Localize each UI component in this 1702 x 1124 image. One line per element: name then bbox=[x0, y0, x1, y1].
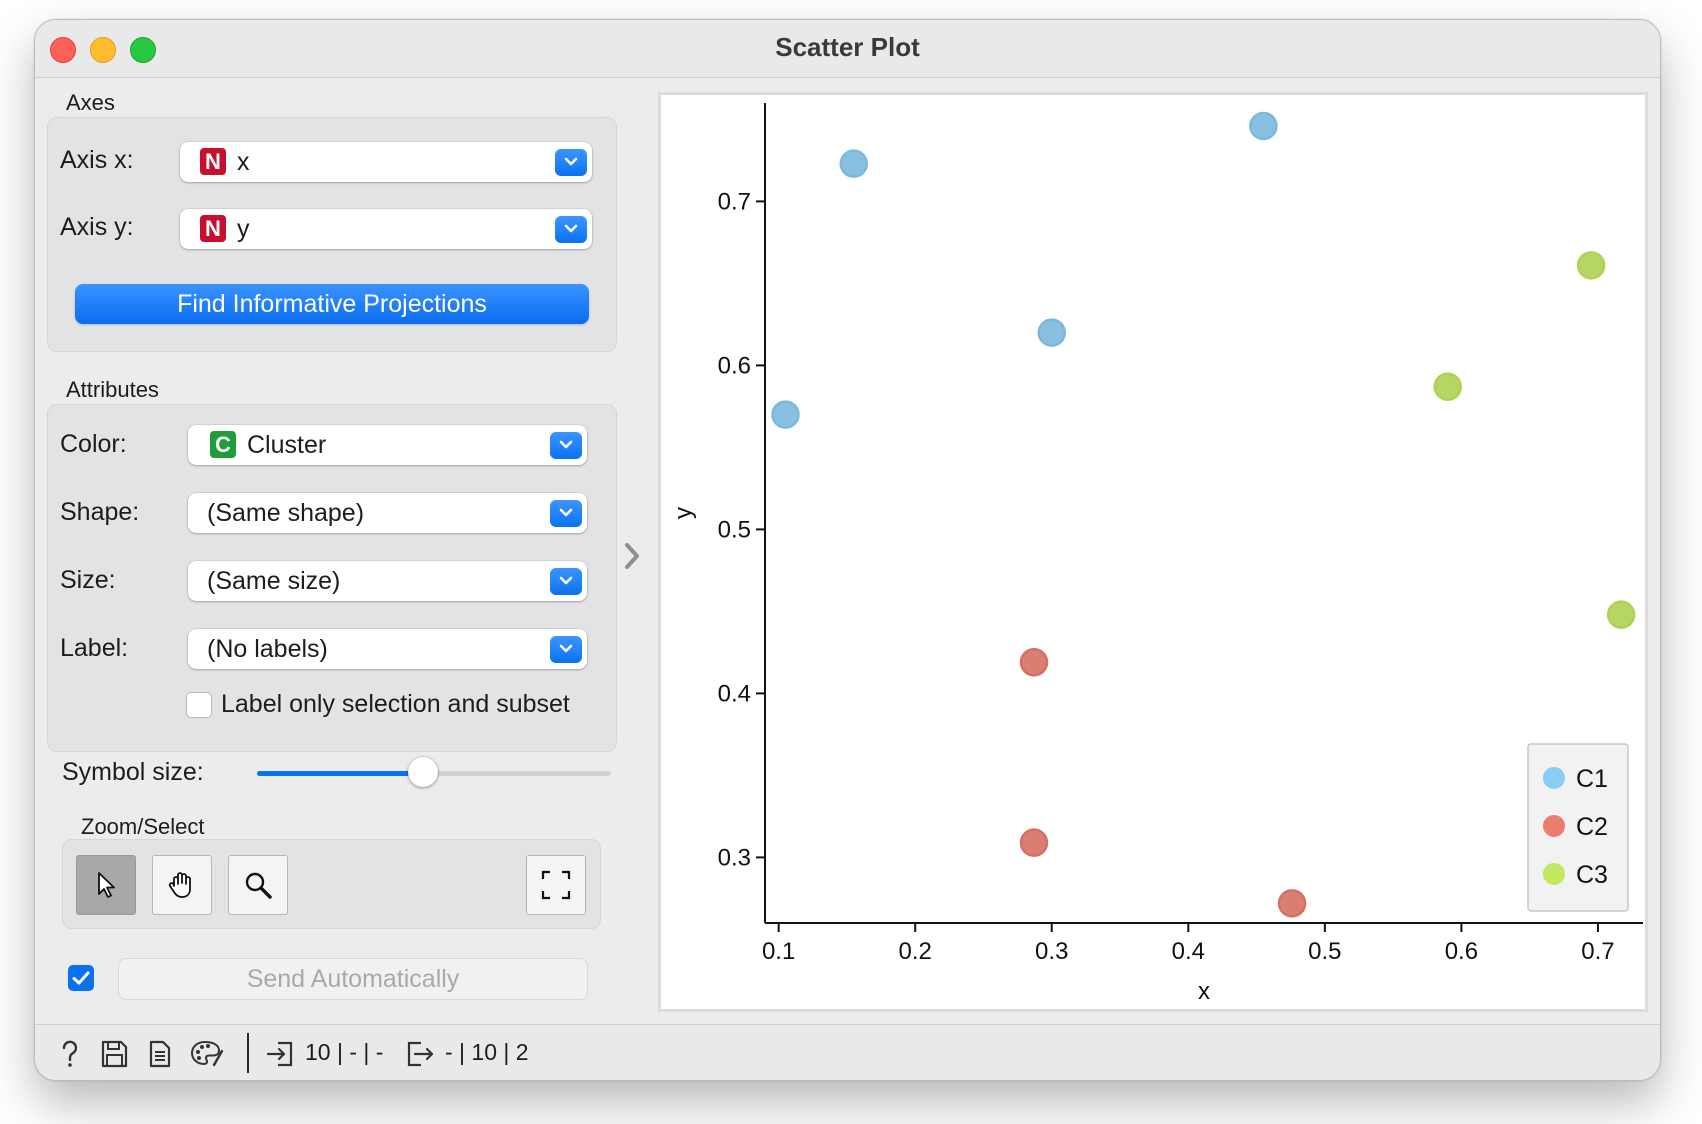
select-pointer-icon bbox=[98, 872, 115, 898]
y-tick-label: 0.5 bbox=[718, 516, 751, 543]
pan-tool-button[interactable] bbox=[152, 855, 212, 915]
data-point-c3 bbox=[1606, 600, 1636, 629]
find-informative-projections-button[interactable]: Find Informative Projections bbox=[75, 284, 589, 324]
y-axis-title: y bbox=[670, 507, 697, 519]
size-value: (Same size) bbox=[207, 567, 341, 595]
x-tick-label: 0.6 bbox=[1445, 938, 1478, 965]
axis-y-label: Axis y: bbox=[60, 213, 134, 241]
legend-marker-c1 bbox=[1543, 767, 1565, 789]
zoom-tool-button[interactable] bbox=[228, 855, 288, 915]
chevron-down-icon bbox=[555, 216, 587, 243]
plot-area[interactable]: 0.1 0.2 0.3 0.4 0.5 0.6 0.7 0.3 0.4 0.5 0.6 0.7 x y C1… bbox=[658, 92, 1648, 1012]
y-tick-label: 0.7 bbox=[718, 188, 751, 215]
data-point-c3 bbox=[1576, 251, 1606, 280]
zoom-select-section-label: Zoom/Select bbox=[81, 814, 205, 839]
zoom-magnifier-icon bbox=[245, 872, 272, 899]
chevron-down-icon bbox=[550, 500, 582, 527]
output-icon bbox=[407, 1041, 434, 1067]
chevron-down-icon bbox=[555, 149, 587, 176]
data-point-c2 bbox=[1277, 889, 1307, 918]
reset-zoom-button[interactable] bbox=[526, 855, 586, 915]
chevron-down-icon bbox=[550, 636, 582, 663]
y-tick-label: 0.3 bbox=[718, 844, 751, 871]
status-separator bbox=[247, 1033, 249, 1073]
x-tick-label: 0.5 bbox=[1308, 938, 1341, 965]
input-summary: 10 | - | - bbox=[305, 1039, 384, 1065]
color-label: Color: bbox=[60, 430, 127, 458]
x-axis-title: x bbox=[1198, 978, 1210, 1005]
zoom-select-group bbox=[62, 839, 601, 929]
label-label: Label: bbox=[60, 634, 129, 662]
data-point-c1 bbox=[1249, 111, 1278, 141]
x-tick-label: 0.7 bbox=[1581, 938, 1614, 965]
axes-section-label: Axes bbox=[66, 90, 115, 115]
axis-y-combo[interactable]: N y bbox=[180, 209, 592, 249]
color-combo[interactable]: C Cluster bbox=[188, 425, 587, 465]
x-tick-label: 0.4 bbox=[1172, 938, 1205, 965]
reset-zoom-icon bbox=[541, 870, 571, 900]
label-value: (No labels) bbox=[207, 635, 328, 663]
axis-x-label: Axis x: bbox=[60, 146, 134, 174]
legend-label-c1: C1 bbox=[1576, 765, 1608, 793]
data-point-c1 bbox=[839, 149, 869, 178]
legend-marker-c3 bbox=[1543, 863, 1565, 885]
axis-x-combo[interactable]: N x bbox=[180, 142, 592, 182]
status-bar: 10 | - | - - | 10 | 2 bbox=[35, 1024, 1660, 1080]
palette-icon[interactable] bbox=[190, 1039, 224, 1069]
data-point-c2 bbox=[1019, 647, 1049, 677]
data-point-c1 bbox=[771, 400, 800, 429]
shape-label: Shape: bbox=[60, 498, 140, 526]
data-point-c1 bbox=[1037, 318, 1066, 347]
shape-combo[interactable]: (Same shape) bbox=[188, 493, 587, 533]
label-only-selection-label: Label only selection and subset bbox=[221, 690, 570, 718]
select-tool-button[interactable] bbox=[76, 855, 136, 915]
x-tick-label: 0.3 bbox=[1035, 938, 1068, 965]
chevron-down-icon bbox=[550, 432, 582, 459]
y-tick-label: 0.6 bbox=[718, 352, 751, 379]
input-icon bbox=[266, 1041, 293, 1067]
help-icon[interactable] bbox=[57, 1039, 83, 1069]
label-only-selection-checkbox[interactable] bbox=[186, 692, 212, 718]
axis-x-value: x bbox=[237, 148, 250, 176]
numeric-variable-icon: N bbox=[200, 215, 226, 242]
report-icon[interactable] bbox=[147, 1039, 173, 1069]
data-point-c3 bbox=[1433, 372, 1462, 401]
window-title: Scatter Plot bbox=[775, 32, 920, 62]
axis-y-value: y bbox=[237, 215, 250, 243]
send-automatically-button[interactable]: Send Automatically bbox=[118, 958, 588, 1000]
y-tick-label: 0.4 bbox=[718, 680, 751, 707]
x-tick-label: 0.2 bbox=[899, 938, 932, 965]
send-automatically-checkbox[interactable] bbox=[68, 965, 94, 991]
collapse-panel-chevron-icon[interactable] bbox=[622, 541, 642, 571]
symbol-size-slider-fill bbox=[257, 771, 424, 776]
symbol-size-label: Symbol size: bbox=[62, 758, 204, 786]
x-tick-label: 0.1 bbox=[762, 938, 795, 965]
legend-marker-c2 bbox=[1543, 815, 1565, 837]
pan-hand-icon bbox=[168, 872, 191, 898]
color-value: Cluster bbox=[247, 431, 327, 459]
chevron-down-icon bbox=[550, 568, 582, 595]
numeric-variable-icon: N bbox=[200, 148, 226, 175]
output-summary: - | 10 | 2 bbox=[445, 1039, 529, 1065]
legend-label-c3: C3 bbox=[1576, 861, 1608, 889]
symbol-size-slider-handle[interactable] bbox=[408, 757, 439, 787]
title-bar: Scatter Plot bbox=[35, 20, 1660, 78]
scatter-plot-window: Scatter Plot Axes Axis x: N x Axis y: N … bbox=[34, 19, 1661, 1081]
categorical-variable-icon: C bbox=[210, 431, 236, 458]
scatter-chart[interactable]: 0.1 0.2 0.3 0.4 0.5 0.6 0.7 0.3 0.4 0.5 0.6 0.7 x y C1… bbox=[661, 95, 1645, 1009]
data-point-c2 bbox=[1019, 828, 1049, 857]
size-label: Size: bbox=[60, 566, 116, 594]
attributes-section-label: Attributes bbox=[66, 377, 159, 402]
save-icon[interactable] bbox=[100, 1039, 128, 1069]
legend-label-c2: C2 bbox=[1576, 813, 1608, 841]
label-combo[interactable]: (No labels) bbox=[188, 629, 587, 669]
size-combo[interactable]: (Same size) bbox=[188, 561, 587, 601]
checkmark-icon bbox=[72, 971, 90, 985]
shape-value: (Same shape) bbox=[207, 499, 365, 527]
